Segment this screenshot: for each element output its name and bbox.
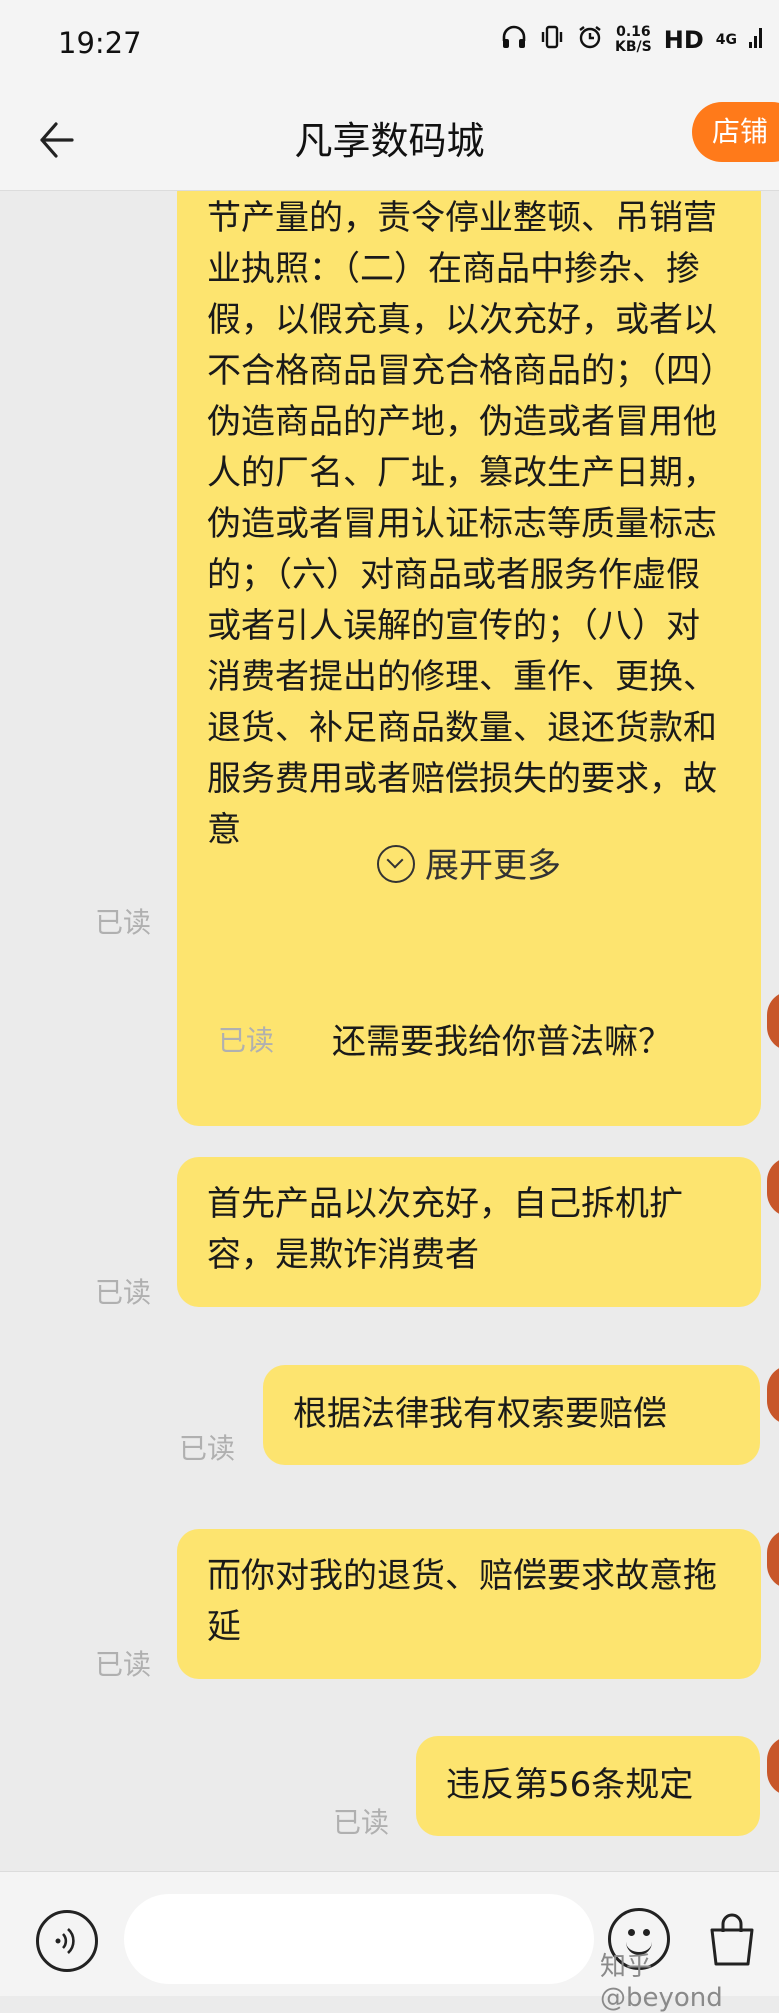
watermark: 知乎 @beyond (600, 1952, 723, 2013)
message-input[interactable] (124, 1894, 594, 1984)
status-time: 19:27 (58, 26, 142, 60)
avatar[interactable] (767, 1529, 779, 1589)
network-type: 4G (715, 32, 737, 48)
avatar[interactable] (767, 1157, 779, 1217)
hd-indicator: HD (663, 26, 704, 54)
status-icons: 0.16 KB/S HD 4G (501, 24, 763, 56)
speed-value: 0.16 (616, 24, 651, 40)
message-bubble[interactable]: 还需要我给你普法嘛？ (302, 993, 760, 1093)
read-status: 已读 (95, 906, 152, 939)
voice-icon[interactable] (36, 1910, 98, 1972)
speed-unit: KB/S (615, 39, 652, 55)
expand-more-button[interactable]: 展开更多 (177, 831, 761, 901)
nav-bar: 凡享数码城 店铺 (0, 90, 779, 191)
signal-icon (749, 24, 763, 56)
message-bubble[interactable]: 首先产品以次充好，自己拆机扩容，是欺诈消费者 (177, 1157, 761, 1307)
page-title: 凡享数码城 (294, 119, 485, 163)
message-text: 根据法律我有权索要赔偿 (293, 1394, 667, 1434)
alarm-icon (577, 24, 603, 56)
message-text: 还需要我给你普法嘛？ (332, 1022, 672, 1062)
expand-more-label: 展开更多 (425, 846, 561, 886)
avatar[interactable] (767, 991, 779, 1051)
chevron-down-icon (377, 845, 415, 883)
message-bubble-long[interactable]: 节产量的，责令停业整顿、吊销营业执照：（二）在商品中掺杂、掺假，以假充真，以次充… (177, 191, 761, 1126)
message-text: 违反第56条规定 (446, 1765, 694, 1805)
message-bubble[interactable]: 根据法律我有权索要赔偿 (263, 1365, 760, 1465)
shop-button[interactable]: 店铺 (692, 102, 779, 162)
read-status: 已读 (333, 1806, 390, 1839)
read-status: 已读 (179, 1432, 236, 1465)
message-bubble[interactable]: 而你对我的退货、赔偿要求故意拖延 (177, 1529, 761, 1679)
read-status: 已读 (95, 1648, 152, 1681)
read-status: 已读 (95, 1276, 152, 1309)
status-bar: 19:27 0.16 KB/S HD 4G (0, 0, 779, 90)
read-status: 已读 (218, 1024, 275, 1057)
message-bubble[interactable]: 违反第56条规定 (416, 1736, 760, 1836)
avatar[interactable] (767, 1736, 779, 1796)
avatar[interactable] (767, 1365, 779, 1425)
message-text: 首先产品以次充好，自己拆机扩容，是欺诈消费者 (207, 1184, 683, 1275)
message-text: 而你对我的退货、赔偿要求故意拖延 (207, 1556, 717, 1647)
chat-list[interactable]: 节产量的，责令停业整顿、吊销营业执照：（二）在商品中掺杂、掺假，以假充真，以次充… (0, 191, 779, 1871)
message-text: 节产量的，责令停业整顿、吊销营业执照：（二）在商品中掺杂、掺假，以假充真，以次充… (207, 198, 717, 850)
network-speed: 0.16 KB/S (615, 25, 652, 55)
headphones-icon (501, 25, 527, 55)
vibrate-icon (539, 24, 565, 56)
